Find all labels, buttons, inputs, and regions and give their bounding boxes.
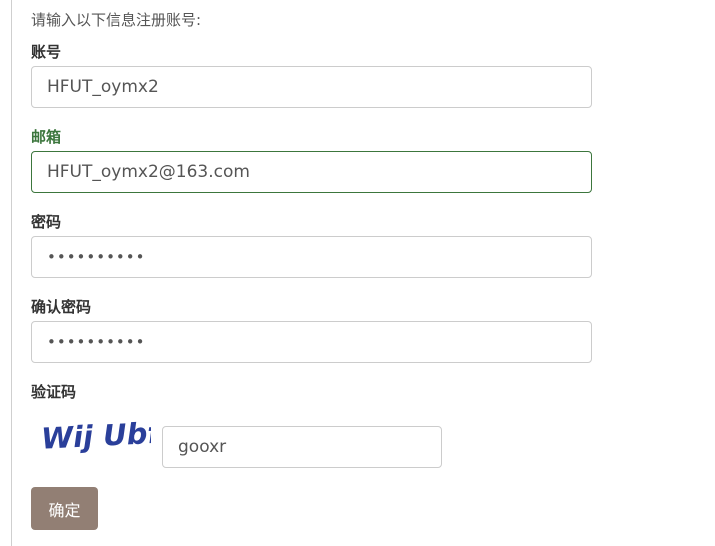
register-page: 请输入以下信息注册账号: 账号 邮箱 密码 确认密码 验证码 Wij Ubf 确… [0, 0, 715, 546]
form-intro: 请输入以下信息注册账号: [31, 11, 202, 29]
submit-button[interactable]: 确定 [31, 487, 98, 530]
captcha-input[interactable] [162, 426, 442, 468]
confirm-password-label: 确认密码 [31, 298, 92, 316]
account-label: 账号 [31, 43, 62, 61]
confirm-password-input[interactable] [31, 321, 592, 363]
password-label: 密码 [31, 213, 62, 231]
captcha-image[interactable]: Wij Ubf [39, 412, 151, 456]
captcha-label: 验证码 [31, 383, 77, 401]
left-divider [11, 0, 12, 546]
captcha-text: Wij Ubf [40, 415, 151, 455]
password-input[interactable] [31, 236, 592, 278]
account-input[interactable] [31, 66, 592, 108]
email-input[interactable] [31, 151, 592, 193]
email-label: 邮箱 [31, 128, 62, 146]
